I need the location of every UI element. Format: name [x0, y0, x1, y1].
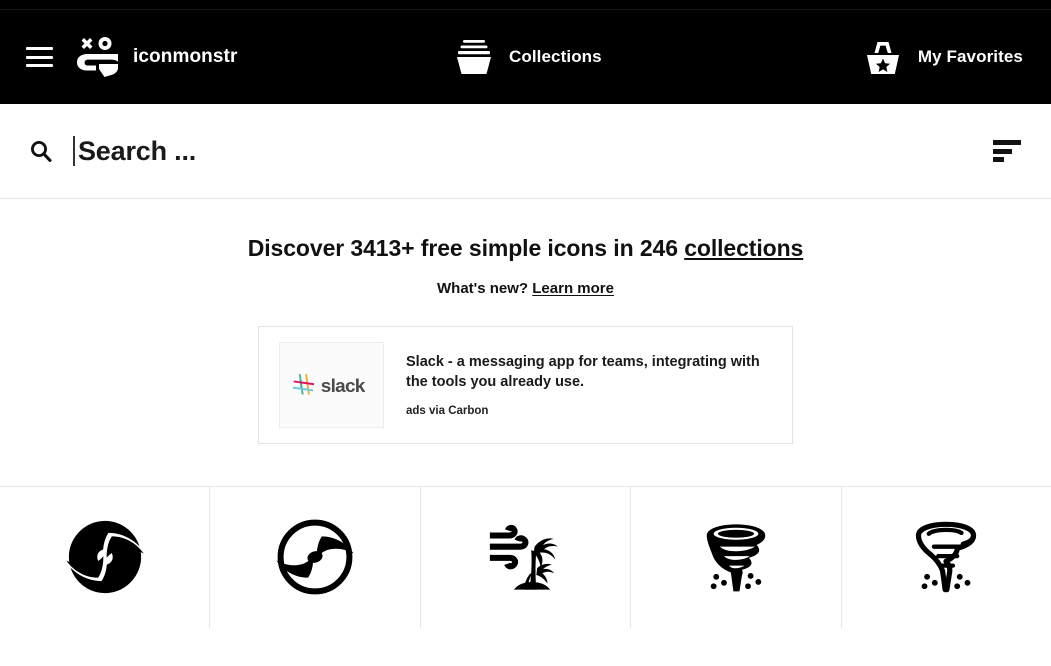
ad-thumbnail: slack	[279, 341, 384, 428]
ad-headline: Slack - a messaging app for teams, integ…	[406, 354, 760, 391]
ad-source-label: ads via Carbon	[406, 405, 489, 418]
nav-label-my-favorites: My Favorites	[917, 47, 1023, 66]
basket-star-icon	[866, 42, 899, 74]
page-title: Discover 3413+ free simple icons in 246 …	[0, 235, 1051, 263]
icon-results-grid	[0, 485, 1051, 628]
advertisement-wrapper: slack Slack - a messaging app for teams,…	[0, 325, 1051, 444]
tornado-filled-icon	[706, 524, 766, 592]
nav-item-collections[interactable]: Collections	[452, 37, 602, 77]
svg-text:slack: slack	[320, 376, 365, 397]
hero-title-text: Discover 3413+ free simple icons in 246	[247, 235, 685, 261]
tornado-outline-icon	[916, 521, 977, 593]
nav-left-group: iconmonstr	[26, 37, 237, 77]
icon-cell-hurricane-filled[interactable]	[0, 486, 211, 628]
icon-cell-hurricane-outline[interactable]	[210, 486, 421, 628]
learn-more-link[interactable]: Learn more	[532, 280, 614, 297]
icon-cell-wind-palm-tree[interactable]	[420, 486, 632, 628]
top-strip	[0, 0, 1051, 10]
top-navigation-bar: iconmonstr Collections My Favorites	[0, 10, 1051, 104]
icon-cell-tornado-filled[interactable]	[631, 486, 842, 628]
carbon-ad-card[interactable]: slack Slack - a messaging app for teams,…	[258, 325, 793, 444]
hero-section: Discover 3413+ free simple icons in 246 …	[0, 199, 1051, 297]
collections-link[interactable]: collections	[684, 235, 803, 261]
search-bar	[0, 104, 1051, 199]
nav-item-my-favorites[interactable]: My Favorites	[861, 37, 1023, 77]
hurricane-outline-icon	[276, 519, 354, 595]
hamburger-menu-icon[interactable]	[26, 47, 53, 67]
basket-stack-icon	[457, 40, 491, 74]
search-field-wrap	[73, 128, 993, 174]
search-input[interactable]	[75, 135, 993, 167]
hurricane-filled-icon	[65, 520, 145, 594]
slack-logo-icon: slack	[292, 373, 366, 397]
monster-face-logo-icon	[77, 37, 118, 77]
brand-name-label: iconmonstr	[133, 46, 238, 67]
wind-palm-tree-icon	[489, 525, 558, 590]
icon-cell-tornado-outline[interactable]	[841, 486, 1051, 628]
hero-subtitle-text: What's new?	[437, 279, 533, 297]
filter-sort-icon[interactable]	[993, 140, 1021, 162]
hero-subtitle: What's new? Learn more	[0, 280, 1051, 297]
search-icon[interactable]	[29, 139, 53, 163]
nav-label-collections: Collections	[509, 47, 602, 66]
ad-text-block: Slack - a messaging app for teams, integ…	[384, 352, 761, 417]
brand-logo-link[interactable]: iconmonstr	[77, 37, 237, 77]
